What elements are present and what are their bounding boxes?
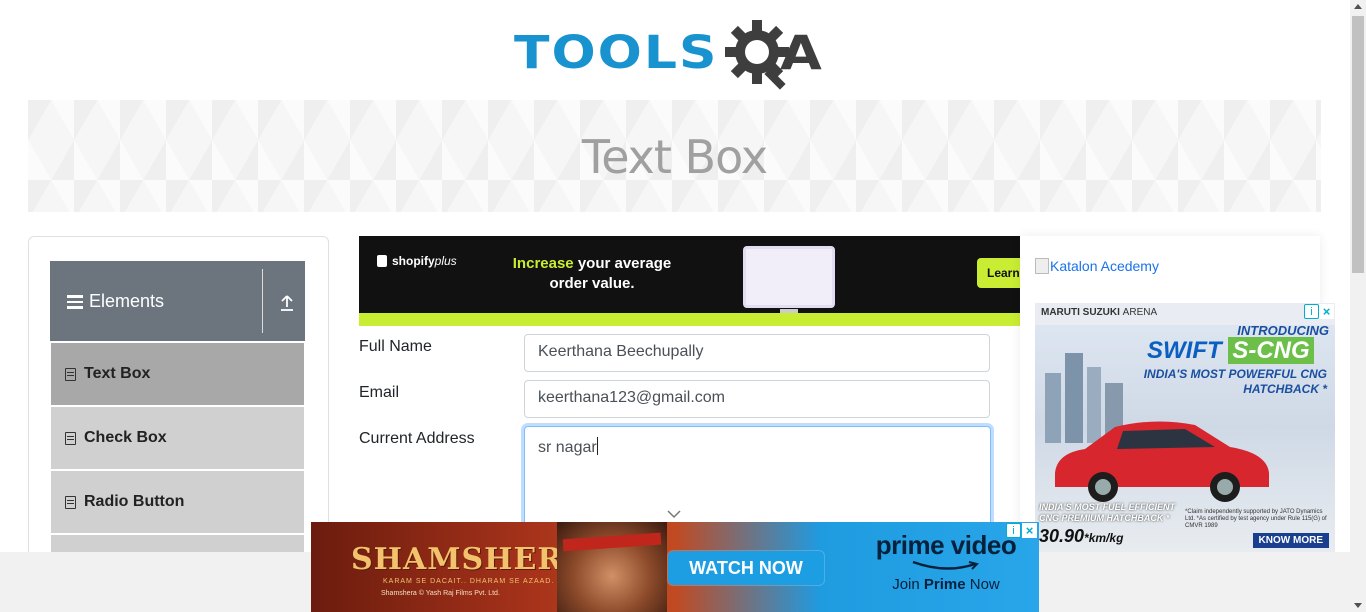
address-text: sr nagar	[538, 439, 597, 456]
scroll-thumb[interactable]	[1352, 16, 1364, 273]
collapse-up-icon[interactable]	[279, 294, 295, 312]
elements-group-header[interactable]: Elements	[50, 261, 305, 341]
logo-word: TOOLS	[514, 26, 719, 80]
ad-headline: Increase your average order value.	[512, 255, 672, 292]
page-root: TOOLS A Text Box Elements Text Box Check…	[0, 0, 1366, 612]
sidebar-item-label: Text Box	[84, 365, 151, 382]
ad-close-icon[interactable]: ×	[1022, 523, 1037, 538]
current-address-textarea[interactable]: sr nagar	[524, 426, 991, 536]
sidebar-item-text-box[interactable]: Text Box	[51, 343, 304, 405]
full-name-input[interactable]: Keerthana Beechupally	[524, 334, 990, 372]
suzuki-topbar: MARUTI SUZUKI ARENA	[1035, 303, 1335, 325]
monitor-illustration	[743, 246, 835, 319]
email-label: Email	[359, 384, 400, 401]
document-icon	[65, 495, 76, 509]
actor-image	[557, 522, 667, 612]
scroll-down-icon[interactable]	[1354, 603, 1362, 608]
ad-strip	[359, 313, 1020, 326]
document-icon	[65, 367, 76, 381]
learn-button[interactable]: Learn	[977, 258, 1020, 288]
watch-now-button[interactable]: WATCH NOW	[668, 551, 824, 585]
chevron-down-icon	[667, 510, 681, 519]
suzuki-ad[interactable]: MARUTI SUZUKI ARENA INTRODUCING SWIFT S-…	[1035, 303, 1335, 552]
shopping-bag-icon	[377, 255, 387, 267]
page-title: Text Box	[581, 130, 768, 184]
ad-close-icon[interactable]: ×	[1319, 304, 1334, 319]
hamburger-icon	[67, 295, 83, 309]
ad-model: SWIFT S-CNG	[1147, 337, 1314, 365]
movie-title: SHAMSHERA	[351, 542, 588, 577]
smile-arrow-icon	[912, 560, 979, 570]
full-name-label: Full Name	[359, 338, 432, 355]
email-input[interactable]: keerthana123@gmail.com	[524, 380, 990, 418]
ad-fuel-claim: INDIA'S MOST FUEL EFFICIENT CNG PREMIUM H…	[1039, 502, 1175, 523]
sidebar-item-label: Check Box	[84, 429, 167, 446]
text-caret	[596, 437, 598, 455]
prime-video-logo: prime video Join Prime Now	[871, 530, 1021, 593]
shopify-ad[interactable]: shopify plus Increase your average order …	[359, 236, 1020, 326]
sidebar-item-radio-button[interactable]: Radio Button	[51, 471, 304, 533]
prime-video-ad[interactable]: SHAMSHERA KARAM SE DACAIT.. DHARAM SE AZ…	[311, 522, 1039, 612]
ad-price: 30.90*km/kg	[1039, 526, 1124, 546]
vertical-scrollbar[interactable]	[1350, 0, 1366, 612]
katalon-image-link[interactable]: Katalon Acedemy	[1035, 258, 1159, 274]
broken-image-icon	[1035, 258, 1049, 274]
current-address-label: Current Address	[359, 430, 475, 447]
join-prime-text: Join Prime Now	[892, 576, 1000, 593]
adchoices-icon[interactable]: i	[1006, 523, 1021, 538]
sidebar-item-check-box[interactable]: Check Box	[51, 407, 304, 469]
red-car-image	[1055, 421, 1269, 502]
sidebar-item-label: Radio Button	[84, 493, 185, 510]
page-banner: Text Box	[28, 100, 1321, 212]
ad-tagline: INDIA'S MOST POWERFUL CNG HATCHBACK *	[1143, 367, 1327, 396]
document-icon	[65, 431, 76, 445]
scroll-up-icon[interactable]	[1354, 4, 1362, 9]
header-divider	[262, 269, 263, 333]
shopify-brand: shopify plus	[377, 254, 457, 268]
know-more-button[interactable]: KNOW MORE	[1252, 533, 1329, 548]
movie-credit: Shamshera © Yash Raj Films Pvt. Ltd.	[381, 590, 500, 597]
ad-introducing: INTRODUCING	[1237, 323, 1329, 338]
movie-subtitle: KARAM SE DACAIT.. DHARAM SE AZAAD.	[383, 578, 555, 585]
toolsqa-logo[interactable]: TOOLS A	[514, 14, 840, 92]
adchoices-icon[interactable]: i	[1304, 304, 1319, 319]
ad-disclaimer: *Claim independently supported by JATO D…	[1185, 509, 1327, 529]
logo-letter-a: A	[780, 25, 822, 82]
group-title: Elements	[89, 291, 165, 311]
